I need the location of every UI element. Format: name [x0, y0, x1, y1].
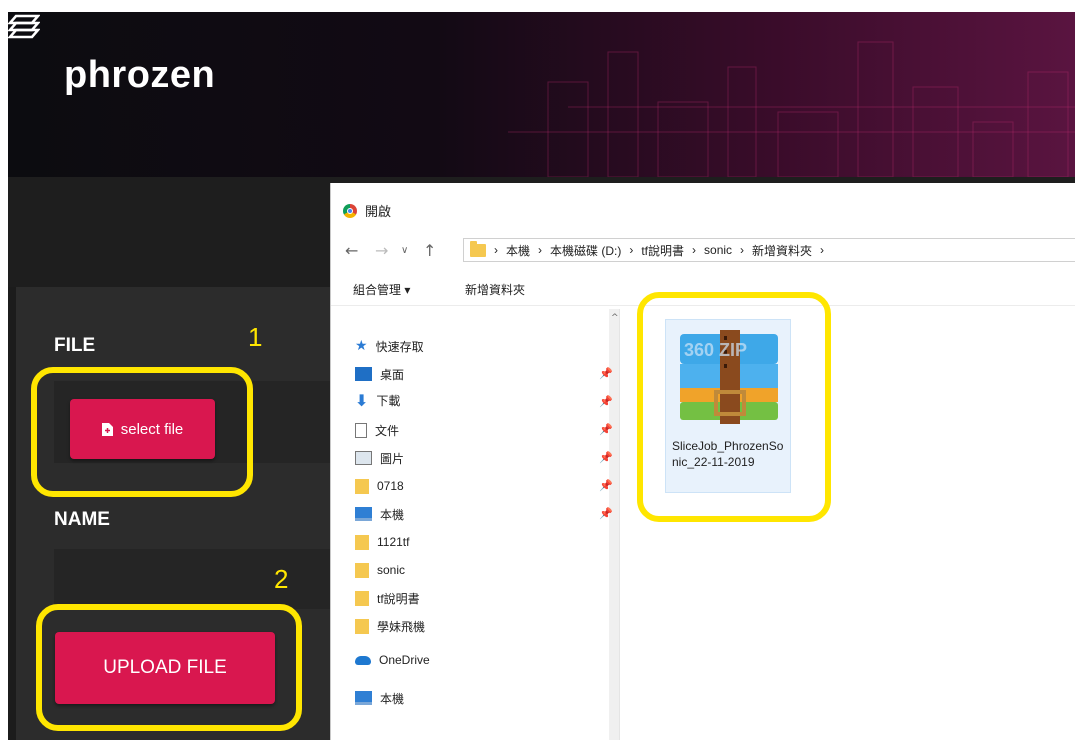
document-icon — [355, 422, 367, 438]
breadcrumb-item[interactable]: 新增資料夾 — [752, 242, 812, 259]
scroll-up-arrow-icon[interactable]: ^ — [611, 313, 619, 323]
navigation-bar: ← → ∨ ↑ › 本機 › 本機磁碟 (D:) › tf說明書 › sonic… — [331, 233, 1075, 267]
nav-item-pictures[interactable]: 圖片 — [355, 447, 404, 469]
breadcrumb-item[interactable]: tf說明書 — [641, 242, 684, 259]
breadcrumb-item[interactable]: sonic — [704, 243, 732, 257]
highlight-box-file-item — [637, 292, 831, 522]
breadcrumb-item[interactable]: 本機磁碟 (D:) — [550, 242, 621, 259]
pin-icon: 📌 — [599, 367, 613, 380]
nav-item-folder-plane[interactable]: 學妹飛機 — [355, 615, 425, 637]
navigation-pane: ^ ★ 快速存取 桌面 📌 ⬇ 下載 📌 文件 📌 圖片 📌 0718 📌 本機 📌… — [331, 309, 620, 740]
folder-icon — [355, 478, 369, 494]
picture-icon — [355, 451, 372, 465]
pin-icon: 📌 — [599, 395, 613, 408]
dialog-title: 開啟 — [365, 204, 392, 219]
folder-icon — [355, 562, 369, 578]
folder-icon — [470, 240, 486, 257]
new-folder-button[interactable]: 新增資料夾 — [465, 281, 525, 298]
step-number-1: 1 — [248, 322, 263, 352]
desktop-icon — [355, 367, 372, 381]
nav-item-folder-tf-manual[interactable]: tf說明書 — [355, 587, 420, 609]
computer-icon — [355, 507, 372, 521]
download-icon: ⬇ — [355, 390, 369, 410]
nav-item-folder-1121tf[interactable]: 1121tf — [355, 531, 409, 553]
forward-arrow-icon[interactable]: → — [375, 241, 388, 260]
back-arrow-icon[interactable]: ← — [345, 241, 358, 260]
breadcrumb-item[interactable]: 本機 — [506, 242, 530, 259]
nav-item-this-pc[interactable]: 本機 — [355, 503, 404, 525]
name-input[interactable] — [54, 549, 346, 609]
computer-icon — [355, 691, 372, 705]
nav-item-desktop[interactable]: 桌面 — [355, 363, 404, 385]
nav-item-onedrive[interactable]: OneDrive — [355, 649, 430, 671]
step-number-2: 2 — [274, 564, 289, 594]
nav-item-folder-0718[interactable]: 0718 — [355, 475, 404, 497]
folder-icon — [355, 590, 369, 606]
brand-logo: phrozen — [64, 54, 216, 96]
pin-icon: 📌 — [599, 423, 613, 436]
folder-icon — [355, 618, 369, 634]
organize-menu[interactable]: 組合管理 ▾ — [353, 281, 410, 298]
recent-dropdown-icon[interactable]: ∨ — [401, 245, 408, 256]
nav-item-quick-access[interactable]: ★ 快速存取 — [355, 335, 424, 357]
highlight-box-upload-file — [36, 604, 302, 731]
file-label: FILE — [54, 335, 96, 356]
pin-icon: 📌 — [599, 507, 613, 520]
pin-icon: 📌 — [599, 451, 613, 464]
nav-item-downloads[interactable]: ⬇ 下載 — [355, 389, 400, 411]
folder-icon — [355, 534, 369, 550]
cropped-top-strip — [0, 0, 1075, 12]
highlight-box-select-file — [31, 367, 253, 497]
nav-item-folder-sonic[interactable]: sonic — [355, 559, 405, 581]
nav-item-this-pc-2[interactable]: 本機 — [355, 687, 404, 709]
up-arrow-icon[interactable]: ↑ — [423, 241, 436, 260]
dialog-title-bar: 開啟 — [343, 201, 391, 220]
star-icon: ★ — [355, 338, 368, 354]
onedrive-icon — [355, 655, 371, 665]
name-label: NAME — [54, 509, 110, 530]
nav-item-documents[interactable]: 文件 — [355, 419, 399, 441]
app-header: phrozen — [8, 12, 1075, 177]
phrozen-logo-icon — [8, 14, 40, 39]
pin-icon: 📌 — [599, 479, 613, 492]
address-bar[interactable]: › 本機 › 本機磁碟 (D:) › tf說明書 › sonic › 新增資料夾… — [463, 238, 1075, 262]
chrome-icon — [343, 203, 357, 218]
